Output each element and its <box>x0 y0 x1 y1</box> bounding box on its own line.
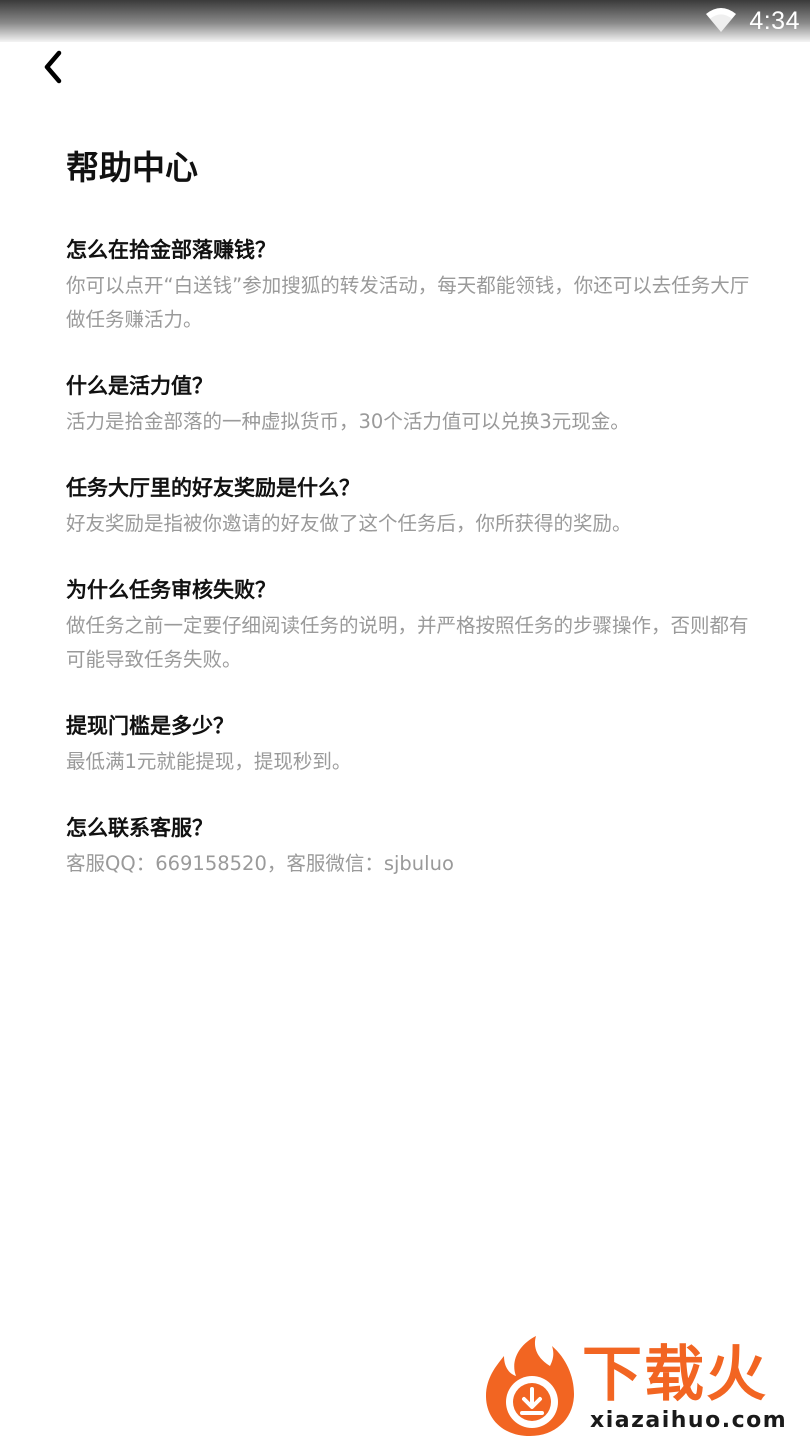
faq-item: 什么是活力值？ 活力是拾金部落的一种虚拟货币，30个活力值可以兑换3元现金。 <box>66 369 756 439</box>
status-time: 4:34 <box>749 6 800 35</box>
faq-answer: 好友奖励是指被你邀请的好友做了这个任务后，你所获得的奖励。 <box>66 512 632 535</box>
flame-logo-icon <box>486 1336 574 1436</box>
faq-answer: 做任务之前一定要仔细阅读任务的说明，并严格按照任务的步骤操作，否则都有可能导致任… <box>66 614 749 671</box>
back-button[interactable] <box>30 44 76 90</box>
faq-answer: 你可以点开“白送钱”参加搜狐的转发活动，每天都能领钱，你还可以去任务大厅做任务赚… <box>66 274 750 331</box>
faq-item: 提现门槛是多少？ 最低满1元就能提现，提现秒到。 <box>66 709 756 779</box>
faq-list: 怎么在拾金部落赚钱？ 你可以点开“白送钱”参加搜狐的转发活动，每天都能领钱，你还… <box>66 233 756 913</box>
faq-answer: 最低满1元就能提现，提现秒到。 <box>66 750 352 773</box>
faq-question: 为什么任务审核失败？ <box>66 578 276 602</box>
faq-item: 怎么在拾金部落赚钱？ 你可以点开“白送钱”参加搜狐的转发活动，每天都能领钱，你还… <box>66 233 756 337</box>
faq-question: 怎么在拾金部落赚钱？ <box>66 238 276 262</box>
faq-question: 提现门槛是多少？ <box>66 714 234 738</box>
watermark-url: xiazaihuo.com <box>590 1408 788 1433</box>
watermark-brand: 下载火 <box>582 1340 768 1410</box>
faq-question: 怎么联系客服？ <box>66 816 213 840</box>
status-bar: 4:34 <box>0 0 810 42</box>
faq-item: 怎么联系客服？ 客服QQ：669158520，客服微信：sjbuluo <box>66 811 756 881</box>
wifi-icon <box>706 8 737 32</box>
faq-question: 什么是活力值？ <box>66 374 213 398</box>
faq-question: 任务大厅里的好友奖励是什么？ <box>66 476 360 500</box>
page-title: 帮助中心 <box>66 148 198 187</box>
status-icons: 4:34 <box>705 4 800 38</box>
faq-answer: 客服QQ：669158520，客服微信：sjbuluo <box>66 852 454 875</box>
watermark-logo: 下载火 xiazaihuo.com <box>478 1334 804 1440</box>
help-center-screen: 4:34 帮助中心 怎么在拾金部落赚钱？ 你可以点开“白送钱”参加搜狐的转发活动… <box>0 0 810 1440</box>
faq-item: 为什么任务审核失败？ 做任务之前一定要仔细阅读任务的说明，并严格按照任务的步骤操… <box>66 573 756 677</box>
faq-item: 任务大厅里的好友奖励是什么？ 好友奖励是指被你邀请的好友做了这个任务后，你所获得… <box>66 471 756 541</box>
faq-answer: 活力是拾金部落的一种虚拟货币，30个活力值可以兑换3元现金。 <box>66 410 630 433</box>
chevron-left-icon <box>44 50 62 84</box>
